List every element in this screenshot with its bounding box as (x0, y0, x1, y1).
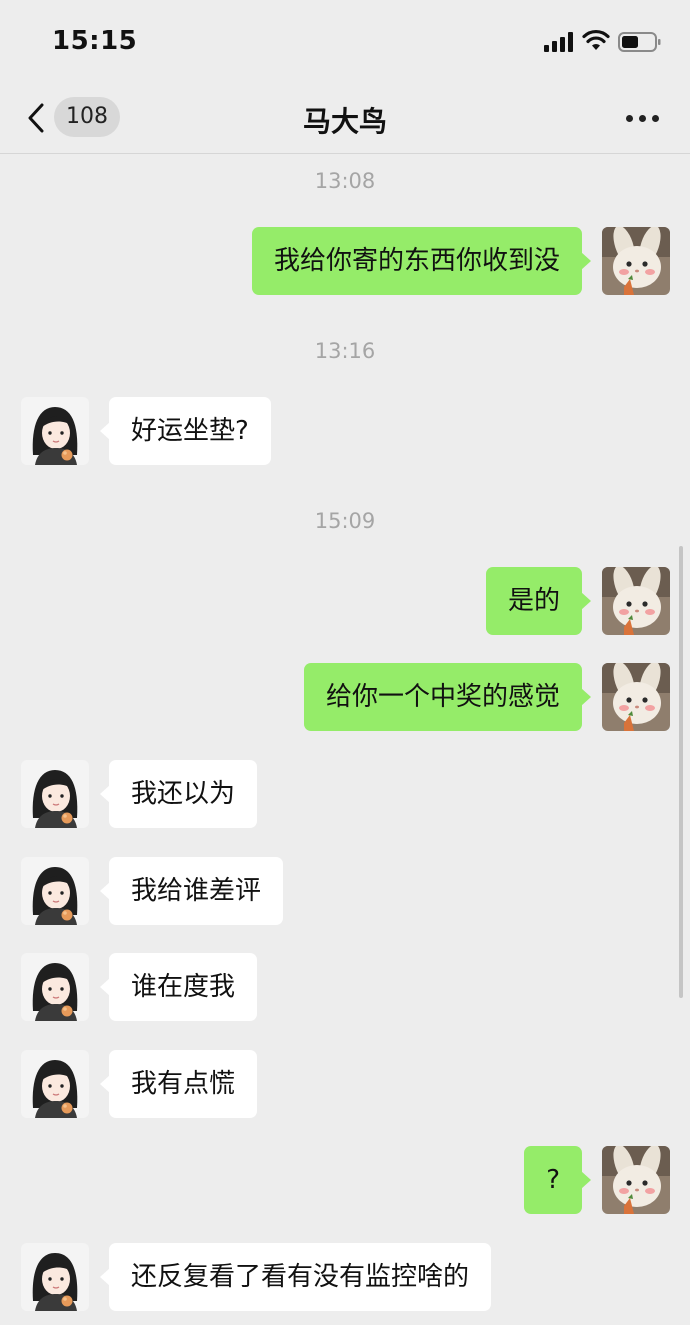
contact-avatar[interactable] (21, 397, 89, 465)
wifi-icon (582, 29, 610, 50)
message-bubble-incoming[interactable]: 还反复看了看有没有监控啥的 (99, 1243, 492, 1311)
timestamp: 13:16 (314, 339, 376, 363)
status-time: 15:15 (52, 26, 138, 56)
chat-title: 马大鸟 (302, 105, 387, 138)
my-avatar[interactable] (602, 1146, 670, 1214)
scrollbar[interactable] (679, 546, 683, 998)
message-bubble-incoming[interactable]: 我给谁差评 (99, 857, 284, 925)
my-avatar[interactable] (602, 227, 670, 295)
contact-avatar[interactable] (21, 1243, 89, 1311)
contact-avatar[interactable] (21, 857, 89, 925)
battery-icon (618, 32, 661, 52)
message-bubble-outgoing[interactable]: 是的 (485, 567, 592, 635)
timestamp: 13:08 (314, 169, 376, 193)
chevron-left-icon[interactable] (22, 101, 52, 135)
chat-header: 108 马大鸟 (0, 84, 690, 154)
cellular-signal-icon (544, 32, 576, 52)
contact-avatar[interactable] (21, 760, 89, 828)
message-bubble-incoming[interactable]: 我有点慌 (99, 1050, 258, 1118)
more-dots-icon[interactable] (626, 115, 660, 123)
message-bubble-incoming[interactable]: 谁在度我 (99, 953, 258, 1021)
message-bubble-outgoing[interactable]: 我给你寄的东西你收到没 (251, 227, 592, 295)
unread-count-badge[interactable]: 108 (54, 97, 120, 137)
contact-avatar[interactable] (21, 953, 89, 1021)
timestamp: 15:09 (314, 509, 376, 533)
message-bubble-outgoing[interactable]: 给你一个中奖的感觉 (303, 663, 592, 731)
message-bubble-outgoing[interactable]: ? (524, 1146, 591, 1214)
my-avatar[interactable] (602, 663, 670, 731)
message-bubble-incoming[interactable]: 好运坐垫? (100, 397, 271, 465)
my-avatar[interactable] (602, 567, 670, 635)
contact-avatar[interactable] (21, 1050, 89, 1118)
message-bubble-incoming[interactable]: 我还以为 (99, 760, 258, 828)
status-bar: 15:15 (0, 0, 690, 84)
